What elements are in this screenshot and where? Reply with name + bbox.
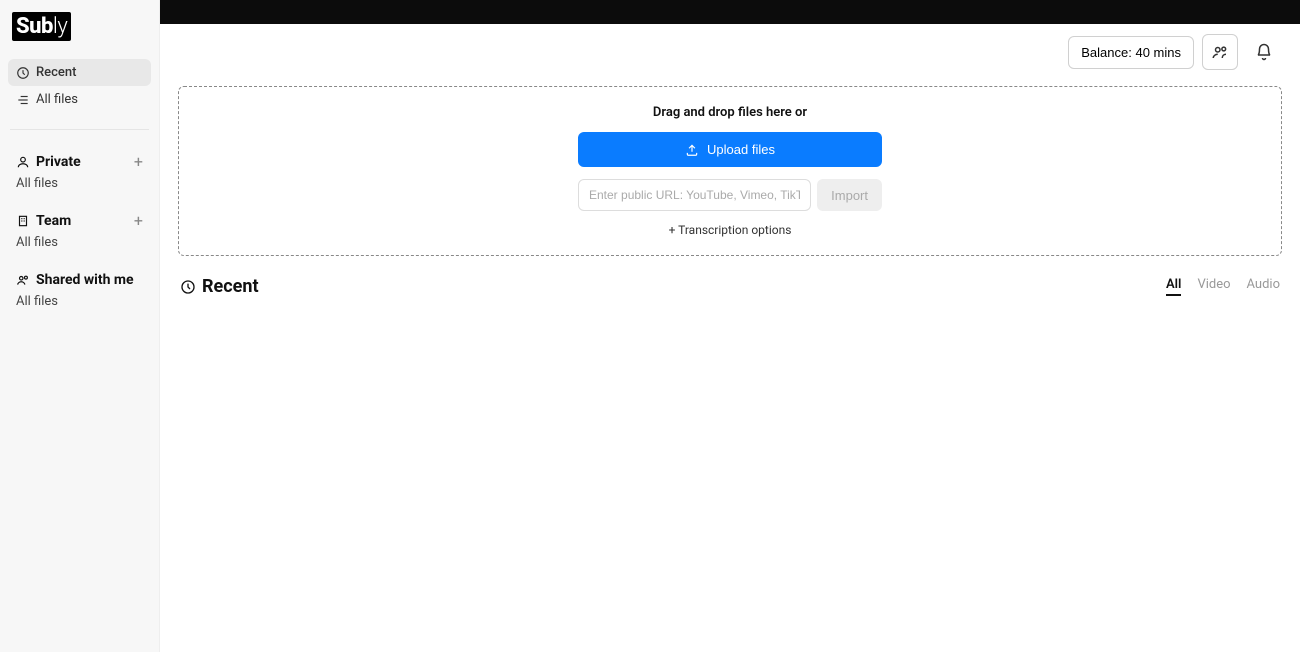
user-icon — [16, 155, 30, 169]
balance-button[interactable]: Balance: 40 mins — [1068, 36, 1194, 69]
top-banner — [160, 0, 1300, 24]
filter-tabs: All Video Audio — [1166, 277, 1280, 296]
notifications-button[interactable] — [1246, 34, 1282, 70]
nav-all-files[interactable]: All files — [8, 86, 151, 113]
people-icon — [1211, 43, 1229, 61]
shared-all-files[interactable]: All files — [8, 290, 151, 315]
team-all-files[interactable]: All files — [8, 231, 151, 256]
transcription-options-link[interactable]: + Transcription options — [669, 223, 792, 237]
users-icon — [16, 273, 30, 287]
building-icon — [16, 214, 30, 228]
section-private[interactable]: Private + — [8, 148, 151, 172]
nav-recent[interactable]: Recent — [8, 59, 151, 86]
url-input[interactable] — [578, 179, 811, 211]
nav-recent-label: Recent — [36, 65, 76, 80]
dropzone-text: Drag and drop files here or — [653, 105, 807, 120]
section-shared-title: Shared with me — [36, 272, 143, 288]
bell-icon — [1255, 43, 1273, 61]
import-button[interactable]: Import — [817, 179, 882, 211]
section-team[interactable]: Team + — [8, 207, 151, 231]
upload-files-button[interactable]: Upload files — [578, 132, 882, 167]
upload-dropzone[interactable]: Drag and drop files here or Upload files… — [178, 86, 1282, 256]
private-all-files[interactable]: All files — [8, 172, 151, 197]
divider — [10, 129, 149, 130]
filter-audio[interactable]: Audio — [1247, 277, 1280, 296]
add-private-button[interactable]: + — [134, 154, 143, 170]
upload-files-label: Upload files — [707, 142, 775, 157]
nav-all-files-label: All files — [36, 92, 78, 107]
section-private-title: Private — [36, 154, 128, 170]
app-logo[interactable]: Subly — [12, 12, 71, 41]
sidebar: Subly Recent All files Private + All fil… — [0, 0, 160, 652]
clock-icon — [180, 279, 196, 295]
section-shared[interactable]: Shared with me — [8, 266, 151, 290]
filter-video[interactable]: Video — [1197, 277, 1230, 296]
toolbar: Balance: 40 mins — [160, 24, 1300, 78]
main-area: Balance: 40 mins Drag and drop files her… — [160, 0, 1300, 652]
list-icon — [16, 93, 30, 107]
add-team-button[interactable]: + — [134, 213, 143, 229]
upload-icon — [685, 143, 699, 157]
section-team-title: Team — [36, 213, 128, 229]
recent-title: Recent — [202, 276, 259, 297]
filter-all[interactable]: All — [1166, 277, 1181, 296]
invite-button[interactable] — [1202, 34, 1238, 70]
clock-icon — [16, 66, 30, 80]
